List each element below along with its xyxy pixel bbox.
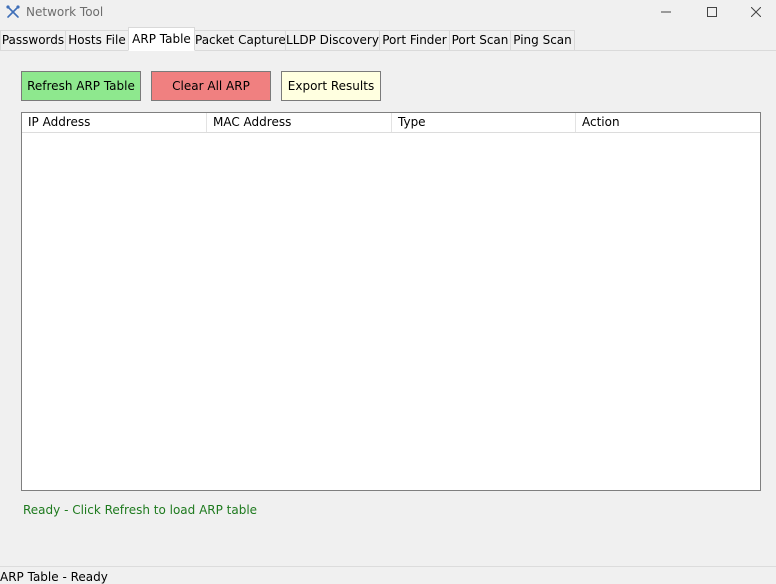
tab-arp-table[interactable]: ARP Table: [128, 27, 195, 51]
tab-passwords[interactable]: Passwords: [0, 30, 66, 50]
tab-ping-scan[interactable]: Ping Scan: [510, 30, 575, 50]
tab-port-scan[interactable]: Port Scan: [449, 30, 511, 50]
arp-table[interactable]: IP Address MAC Address Type Action: [21, 112, 761, 491]
export-results-button[interactable]: Export Results: [281, 71, 381, 101]
refresh-arp-table-button[interactable]: Refresh ARP Table: [21, 71, 141, 101]
column-header-action[interactable]: Action: [576, 113, 760, 132]
tab-packet-capture[interactable]: Packet Capture: [194, 30, 286, 50]
tab-port-finder[interactable]: Port Finder: [379, 30, 450, 50]
maximize-button[interactable]: [689, 0, 735, 24]
tab-divider: [0, 50, 776, 51]
column-header-mac-address[interactable]: MAC Address: [207, 113, 392, 132]
status-bar: ARP Table - Ready: [0, 566, 776, 584]
table-body: [22, 133, 760, 490]
minimize-icon: [661, 7, 671, 17]
clear-all-arp-button[interactable]: Clear All ARP: [151, 71, 271, 101]
column-header-ip-address[interactable]: IP Address: [22, 113, 207, 132]
minimize-button[interactable]: [643, 0, 689, 24]
status-message: Ready - Click Refresh to load ARP table: [23, 503, 258, 517]
tab-hosts-file[interactable]: Hosts File: [65, 30, 129, 50]
close-button[interactable]: [735, 0, 776, 24]
table-header: IP Address MAC Address Type Action: [22, 113, 760, 133]
column-header-type[interactable]: Type: [392, 113, 576, 132]
maximize-icon: [707, 7, 717, 17]
window-title: Network Tool: [26, 5, 104, 19]
status-bar-text: ARP Table - Ready: [0, 570, 108, 584]
close-icon: [750, 7, 761, 17]
tab-lldp-discovery[interactable]: LLDP Discovery: [285, 30, 380, 50]
crossed-tools-icon: [5, 4, 21, 20]
title-bar: Network Tool: [0, 0, 776, 24]
